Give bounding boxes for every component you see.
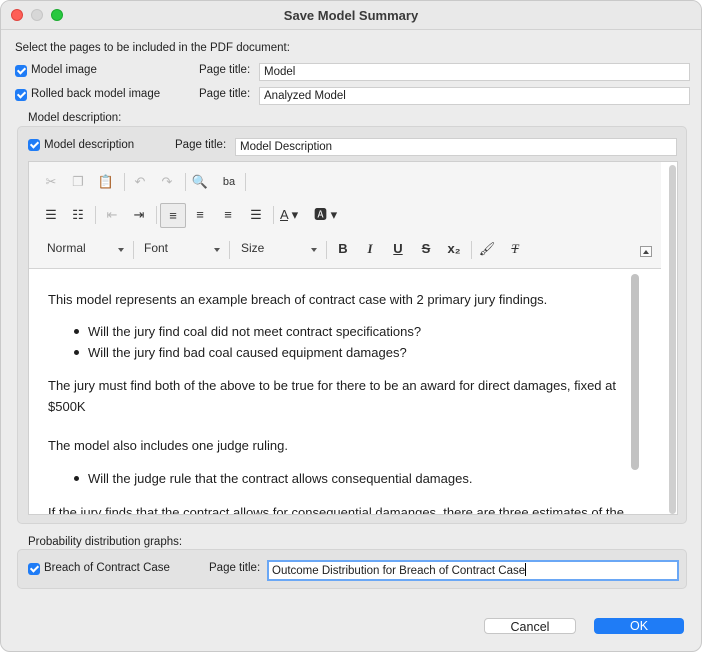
breach-of-contract-label: Breach of Contract Case: [44, 562, 170, 574]
cancel-button[interactable]: Cancel: [484, 618, 576, 634]
chevron-down-icon: [214, 248, 220, 252]
bulleted-list-icon[interactable]: ☷: [68, 206, 88, 224]
font-select[interactable]: Font: [144, 241, 168, 255]
italic-button[interactable]: I: [360, 240, 380, 258]
content-list-2: Will the judge rule that the contract al…: [73, 468, 472, 489]
background-color-icon[interactable]: 🅰 ▾: [314, 206, 344, 224]
toolbar-separator: [185, 173, 186, 191]
editor-content-scrollbar[interactable]: [631, 274, 639, 470]
title-bar: Save Model Summary: [1, 1, 701, 30]
text-color-icon[interactable]: A ▾: [280, 206, 310, 224]
copy-icon[interactable]: ❐: [68, 173, 88, 191]
list-item: Will the judge rule that the contract al…: [73, 468, 472, 489]
content-paragraph-2: The jury must find both of the above to …: [48, 378, 616, 414]
strikethrough-button[interactable]: S: [416, 240, 436, 258]
rolled-back-page-title-label: Page title:: [199, 88, 251, 100]
align-left-icon[interactable]: ≡: [160, 203, 186, 228]
underline-button[interactable]: U: [388, 240, 408, 258]
chevron-down-icon: [311, 248, 317, 252]
rolled-back-image-checkbox[interactable]: [15, 89, 27, 101]
decrease-indent-icon[interactable]: ⇤: [102, 206, 122, 224]
numbered-list-icon[interactable]: ☰: [41, 206, 61, 224]
collapse-toolbar-icon[interactable]: [640, 246, 652, 257]
model-description-page-title-label: Page title:: [175, 139, 227, 151]
model-description-label: Model description: [44, 139, 135, 151]
model-image-label: Model image: [31, 64, 97, 76]
window-title: Save Model Summary: [283, 8, 419, 23]
content-list-1: Will the jury find coal did not meet con…: [73, 321, 421, 363]
redo-icon[interactable]: ↷: [157, 173, 177, 191]
format-select[interactable]: Normal: [47, 241, 86, 255]
align-center-icon[interactable]: ≡: [190, 206, 210, 224]
editor-content[interactable]: This model represents an example breach …: [29, 269, 661, 514]
toolbar-separator: [133, 241, 134, 259]
subscript-button[interactable]: x₂: [444, 240, 464, 258]
bold-button[interactable]: B: [333, 240, 353, 258]
editor-toolbar: ✂ ❐ 📋 ↶ ↷ 🔍 ba ☰ ☷ ⇤ ⇥ ≡ ≡ ≡ ☰ A ▾ 🅰 ▾ N…: [29, 162, 661, 269]
probability-section-label: Probability distribution graphs:: [28, 536, 183, 548]
model-image-checkbox[interactable]: [15, 65, 27, 77]
toolbar-separator: [326, 241, 327, 259]
probability-page-title-value: Outcome Distribution for Breach of Contr…: [272, 565, 526, 577]
probability-page-title-field[interactable]: Outcome Distribution for Breach of Contr…: [267, 560, 679, 581]
cut-icon[interactable]: ✂: [41, 173, 61, 191]
paste-icon[interactable]: 📋: [96, 173, 116, 191]
intro-text: Select the pages to be included in the P…: [15, 42, 290, 54]
model-image-page-title-field[interactable]: Model: [259, 63, 690, 81]
format-painter-icon[interactable]: 🖌: [477, 240, 497, 258]
text-caret: [525, 563, 527, 576]
editor-outer-scrollbar[interactable]: [669, 165, 676, 514]
list-item: Will the jury find bad coal caused equip…: [73, 342, 421, 363]
content-paragraph-1: This model represents an example breach …: [48, 292, 548, 307]
toolbar-separator: [471, 241, 472, 259]
remove-format-button[interactable]: T: [505, 240, 525, 258]
probability-page-title-label: Page title:: [209, 562, 261, 574]
chevron-down-icon: [118, 248, 124, 252]
model-description-page-title-field[interactable]: Model Description: [235, 138, 677, 156]
replace-icon[interactable]: ba: [219, 173, 239, 191]
breach-of-contract-checkbox[interactable]: [28, 563, 40, 575]
toolbar-separator: [95, 206, 96, 224]
rolled-back-image-label: Rolled back model image: [31, 88, 161, 100]
rich-text-editor: ✂ ❐ 📋 ↶ ↷ 🔍 ba ☰ ☷ ⇤ ⇥ ≡ ≡ ≡ ☰ A ▾ 🅰 ▾ N…: [28, 161, 678, 515]
toolbar-separator: [245, 173, 246, 191]
toolbar-separator: [229, 241, 230, 259]
list-item: Will the jury find coal did not meet con…: [73, 321, 421, 342]
ok-button[interactable]: OK: [594, 618, 684, 634]
align-right-icon[interactable]: ≡: [218, 206, 238, 224]
content-paragraph-3: The model also includes one judge ruling…: [48, 438, 288, 453]
save-model-summary-dialog: Save Model Summary Select the pages to b…: [0, 0, 702, 652]
model-image-page-title-label: Page title:: [199, 64, 251, 76]
increase-indent-icon[interactable]: ⇥: [129, 206, 149, 224]
undo-icon[interactable]: ↶: [130, 173, 150, 191]
toolbar-separator: [273, 206, 274, 224]
model-description-checkbox[interactable]: [28, 139, 40, 151]
model-description-section-label: Model description:: [28, 112, 122, 124]
content-paragraph-4: If the jury finds that the contract allo…: [48, 505, 624, 514]
justify-icon[interactable]: ☰: [246, 206, 266, 224]
find-icon[interactable]: 🔍: [190, 173, 210, 191]
rolled-back-page-title-field[interactable]: Analyzed Model: [259, 87, 690, 105]
size-select[interactable]: Size: [241, 241, 264, 255]
toolbar-separator: [156, 206, 157, 224]
toolbar-separator: [124, 173, 125, 191]
